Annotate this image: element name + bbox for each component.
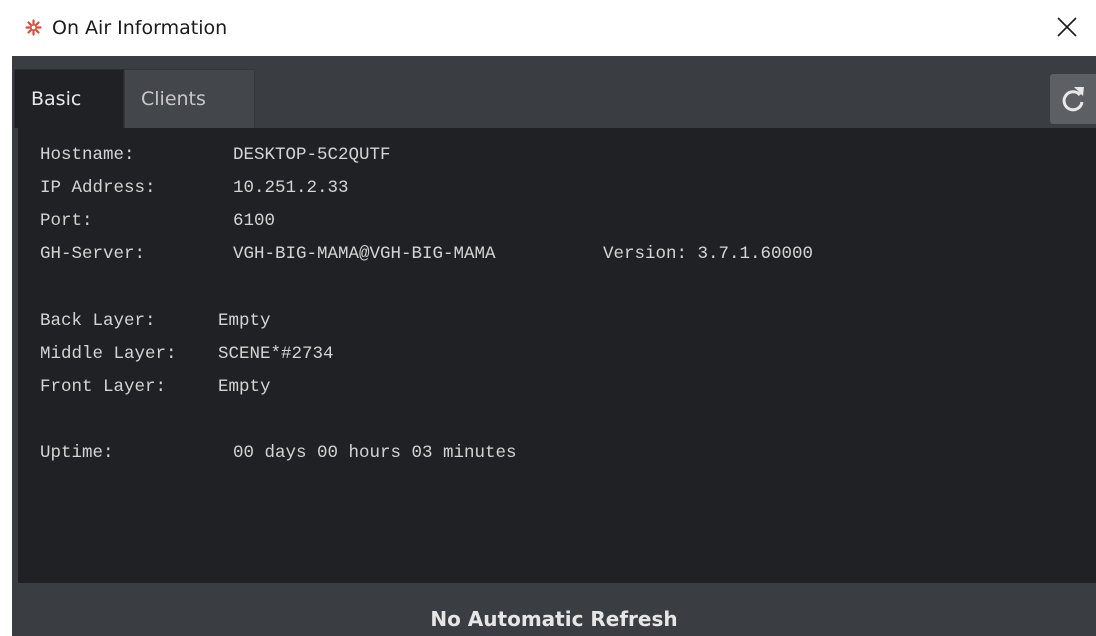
version-value: Version: 3.7.1.60000 — [603, 244, 814, 264]
middle-layer-row: Middle Layer: SCENE*#2734 — [40, 344, 334, 370]
tab-clients[interactable]: Clients — [124, 69, 255, 128]
gh-server-row: GH-Server: VGH-BIG-MAMA@VGH-BIG-MAMA Ver… — [40, 244, 813, 270]
port-row: Port: 6100 — [40, 211, 275, 237]
ip-address-value: 10.251.2.33 — [233, 178, 349, 198]
main-panel: Basic Clients Hostname: DESKTOP-5C2QUTF … — [12, 56, 1096, 636]
basic-info-content: Hostname: DESKTOP-5C2QUTF IP Address: 10… — [18, 128, 1096, 583]
refresh-icon — [1062, 87, 1084, 112]
close-icon — [1057, 17, 1077, 37]
uptime-value: 00 days 00 hours 03 minutes — [233, 443, 517, 463]
front-layer-row: Front Layer: Empty — [40, 377, 271, 403]
refresh-button[interactable] — [1050, 74, 1096, 124]
middle-layer-label: Middle Layer: — [40, 344, 177, 364]
hostname-row: Hostname: DESKTOP-5C2QUTF — [40, 145, 391, 171]
back-layer-row: Back Layer: Empty — [40, 311, 271, 337]
uptime-label: Uptime: — [40, 443, 114, 463]
uptime-row: Uptime: 00 days 00 hours 03 minutes — [40, 443, 517, 469]
tab-basic[interactable]: Basic — [14, 69, 124, 128]
ip-address-row: IP Address: 10.251.2.33 — [40, 178, 349, 204]
port-value: 6100 — [233, 211, 276, 231]
back-layer-value: Empty — [218, 311, 271, 331]
middle-layer-value: SCENE*#2734 — [218, 344, 334, 364]
tab-bar: Basic Clients — [12, 56, 1096, 128]
close-button[interactable] — [1040, 0, 1096, 56]
hostname-label: Hostname: — [40, 145, 135, 165]
hostname-value: DESKTOP-5C2QUTF — [233, 145, 391, 165]
front-layer-label: Front Layer: — [40, 377, 167, 397]
gh-server-label: GH-Server: — [40, 244, 146, 264]
title-bar: On Air Information — [0, 0, 1096, 56]
back-layer-label: Back Layer: — [40, 311, 156, 331]
asterisk-icon — [25, 19, 42, 36]
on-air-information-window: On Air Information Basic Clients Hostnam… — [0, 0, 1096, 636]
status-bar: No Automatic Refresh — [12, 583, 1096, 636]
port-label: Port: — [40, 211, 93, 231]
gh-server-value: VGH-BIG-MAMA@VGH-BIG-MAMA — [233, 244, 496, 264]
front-layer-value: Empty — [218, 377, 271, 397]
window-title: On Air Information — [52, 17, 228, 39]
ip-address-label: IP Address: — [40, 178, 156, 198]
